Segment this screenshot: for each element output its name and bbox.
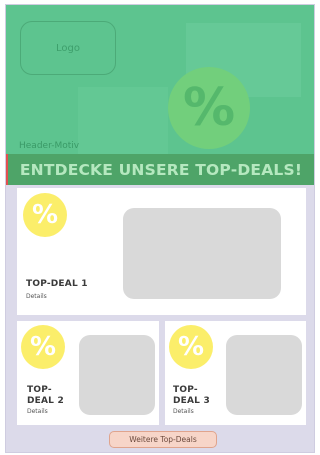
deal-details-link[interactable]: Details (27, 408, 48, 415)
percent-symbol: % (29, 332, 57, 362)
more-deals-button[interactable]: Weitere Top-Deals (109, 431, 217, 448)
page-frame: Logo % Header-Motiv ENTDECKE UNSERE TOP-… (5, 4, 315, 453)
deal-details-link[interactable]: Details (173, 408, 194, 415)
deal-image-placeholder (226, 335, 302, 415)
deal-title: TOP- DEAL 2 (27, 385, 64, 406)
deal-card-2[interactable]: % TOP- DEAL 2 Details (17, 321, 159, 425)
deals-banner: ENTDECKE UNSERE TOP-DEALS! (6, 154, 314, 185)
deal-title: TOP- DEAL 3 (173, 385, 210, 406)
deal-title: TOP-DEAL 1 (26, 279, 88, 289)
percent-badge-icon: % (21, 325, 65, 369)
logo[interactable]: Logo (20, 21, 116, 75)
banner-edge-marker (6, 154, 8, 185)
percent-badge-icon: % (23, 193, 67, 237)
percent-symbol: % (182, 78, 236, 138)
percent-badge-icon: % (168, 67, 250, 149)
header-background-shape (78, 87, 168, 157)
deal-card-3[interactable]: % TOP- DEAL 3 Details (165, 321, 306, 425)
percent-symbol: % (31, 200, 59, 230)
header-image-label: Header-Motiv (19, 141, 80, 151)
banner-heading: ENTDECKE UNSERE TOP-DEALS! (19, 160, 303, 179)
header-area: Logo % Header-Motiv ENTDECKE UNSERE TOP-… (6, 5, 314, 185)
percent-badge-icon: % (169, 325, 213, 369)
deal-details-link[interactable]: Details (26, 293, 47, 300)
deal-card-1[interactable]: % TOP-DEAL 1 Details (17, 188, 306, 315)
deal-image-placeholder (123, 208, 281, 299)
deal-image-placeholder (79, 335, 155, 415)
percent-symbol: % (177, 332, 205, 362)
logo-label: Logo (56, 42, 80, 54)
